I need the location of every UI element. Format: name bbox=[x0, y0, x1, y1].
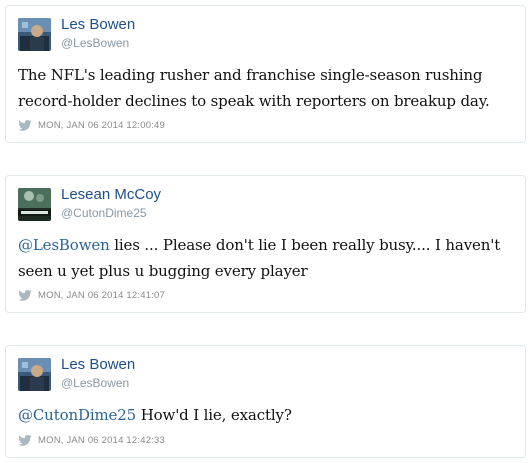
tweet-card: Lesean McCoy @CutonDime25 @LesBowen lies… bbox=[5, 175, 526, 313]
tweet-body: The NFL's leading rusher and franchise s… bbox=[18, 66, 490, 110]
avatar[interactable] bbox=[18, 188, 51, 221]
twitter-bird-icon bbox=[18, 290, 32, 301]
twitter-bird-icon bbox=[18, 435, 32, 446]
author-name[interactable]: Les Bowen bbox=[61, 16, 135, 33]
mention-link[interactable]: @CutonDime25 bbox=[18, 406, 136, 424]
tweet-text: @LesBowen lies ... Please don't lie I be… bbox=[18, 232, 515, 284]
tweet-meta: MON, JAN 06 2014 12:00:49 bbox=[18, 120, 165, 131]
author-name[interactable]: Lesean McCoy bbox=[61, 186, 161, 203]
mention-link[interactable]: @LesBowen bbox=[18, 236, 110, 254]
tweet-card: Les Bowen @LesBowen The NFL's leading ru… bbox=[5, 5, 526, 143]
avatar[interactable] bbox=[18, 358, 51, 391]
twitter-bird-icon bbox=[18, 120, 32, 131]
author-name[interactable]: Les Bowen bbox=[61, 356, 135, 373]
author-handle[interactable]: @CutonDime25 bbox=[61, 206, 147, 220]
tweet-text: The NFL's leading rusher and franchise s… bbox=[18, 62, 515, 114]
author-handle[interactable]: @LesBowen bbox=[61, 376, 129, 390]
timestamp[interactable]: MON, JAN 06 2014 12:00:49 bbox=[38, 120, 165, 131]
timestamp[interactable]: MON, JAN 06 2014 12:41:07 bbox=[38, 290, 165, 301]
tweet-meta: MON, JAN 06 2014 12:41:07 bbox=[18, 290, 165, 301]
tweet-meta: MON, JAN 06 2014 12:42:33 bbox=[18, 435, 165, 446]
avatar[interactable] bbox=[18, 18, 51, 51]
tweet-card: Les Bowen @LesBowen @CutonDime25 How'd I… bbox=[5, 345, 526, 458]
tweet-text: @CutonDime25 How'd I lie, exactly? bbox=[18, 402, 515, 428]
author-handle[interactable]: @LesBowen bbox=[61, 36, 129, 50]
tweet-body: How'd I lie, exactly? bbox=[136, 406, 292, 424]
timestamp[interactable]: MON, JAN 06 2014 12:42:33 bbox=[38, 435, 165, 446]
